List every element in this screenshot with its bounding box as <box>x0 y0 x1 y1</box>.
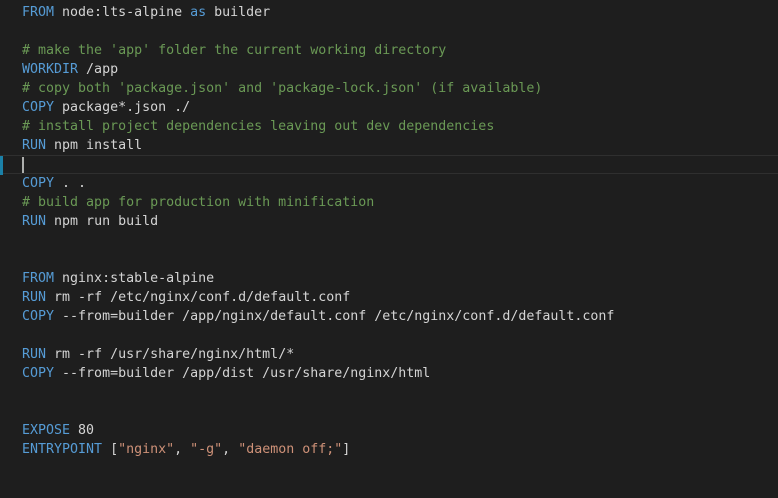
code-line[interactable] <box>0 231 778 250</box>
text-token: rm -rf /usr/share/nginx/html/* <box>46 347 295 362</box>
keyword-token: FROM <box>22 5 55 20</box>
keyword-token: RUN <box>22 347 47 362</box>
keyword-token: RUN <box>22 290 47 305</box>
code-line[interactable]: RUN rm -rf /etc/nginx/conf.d/default.con… <box>0 288 778 307</box>
keyword-token: RUN <box>22 138 47 153</box>
code-line[interactable] <box>0 402 778 421</box>
comment-token: # copy both 'package.json' and 'package-… <box>22 81 543 96</box>
code-line[interactable]: # install project dependencies leaving o… <box>0 117 778 136</box>
code-line[interactable] <box>0 155 778 175</box>
text-token: , <box>222 442 239 457</box>
code-line[interactable]: FROM node:lts-alpine as builder <box>0 3 778 22</box>
code-line[interactable]: RUN rm -rf /usr/share/nginx/html/* <box>0 345 778 364</box>
keyword-token: RUN <box>22 214 47 229</box>
comment-token: # build app for production with minifica… <box>22 195 375 210</box>
text-token: [ <box>102 442 119 457</box>
text-token: --from=builder /app/nginx/default.conf /… <box>54 309 615 324</box>
code-line[interactable]: COPY . . <box>0 174 778 193</box>
code-line[interactable] <box>0 326 778 345</box>
code-line[interactable]: # make the 'app' folder the current work… <box>0 41 778 60</box>
keyword-token: FROM <box>22 271 55 286</box>
text-cursor <box>22 157 24 173</box>
text-token: ] <box>342 442 351 457</box>
code-line[interactable]: EXPOSE 80 <box>0 421 778 440</box>
text-token: /app <box>78 62 119 77</box>
text-token: , <box>174 442 191 457</box>
code-line[interactable]: FROM nginx:stable-alpine <box>0 269 778 288</box>
code-line[interactable]: RUN npm install <box>0 136 778 155</box>
keyword-token: COPY <box>22 100 55 115</box>
string-token: "nginx" <box>118 442 175 457</box>
code-line[interactable]: COPY --from=builder /app/nginx/default.c… <box>0 307 778 326</box>
code-line[interactable]: RUN npm run build <box>0 212 778 231</box>
keyword-token: COPY <box>22 366 55 381</box>
text-token: . . <box>54 176 87 191</box>
text-token: 80 <box>70 423 95 438</box>
code-line[interactable]: COPY package*.json ./ <box>0 98 778 117</box>
code-line[interactable]: # build app for production with minifica… <box>0 193 778 212</box>
code-line[interactable]: COPY --from=builder /app/dist /usr/share… <box>0 364 778 383</box>
comment-token: # install project dependencies leaving o… <box>22 119 495 134</box>
keyword-token: COPY <box>22 176 55 191</box>
text-token: builder <box>206 5 271 20</box>
keyword-token: EXPOSE <box>22 423 71 438</box>
keyword-token: ENTRYPOINT <box>22 442 103 457</box>
keyword-token: WORKDIR <box>22 62 79 77</box>
comment-token: # make the 'app' folder the current work… <box>22 43 447 58</box>
text-token: npm run build <box>46 214 159 229</box>
text-token: --from=builder /app/dist /usr/share/ngin… <box>54 366 431 381</box>
text-token: package*.json ./ <box>54 100 191 115</box>
string-token: "-g" <box>190 442 223 457</box>
text-token: node:lts-alpine <box>54 5 191 20</box>
text-token: rm -rf /etc/nginx/conf.d/default.conf <box>46 290 351 305</box>
code-line[interactable]: WORKDIR /app <box>0 60 778 79</box>
code-line[interactable]: # copy both 'package.json' and 'package-… <box>0 79 778 98</box>
string-token: "daemon off;" <box>238 442 343 457</box>
code-line[interactable] <box>0 383 778 402</box>
code-editor[interactable]: FROM node:lts-alpine as builder # make t… <box>0 0 778 498</box>
keyword-token: COPY <box>22 309 55 324</box>
text-token: nginx:stable-alpine <box>54 271 215 286</box>
code-lines[interactable]: FROM node:lts-alpine as builder # make t… <box>0 3 778 459</box>
text-token: npm install <box>46 138 143 153</box>
code-line[interactable]: ENTRYPOINT ["nginx", "-g", "daemon off;"… <box>0 440 778 459</box>
modified-line-gutter-marker <box>0 156 3 175</box>
code-line[interactable] <box>0 22 778 41</box>
code-line[interactable] <box>0 250 778 269</box>
keyword-token: as <box>190 5 207 20</box>
